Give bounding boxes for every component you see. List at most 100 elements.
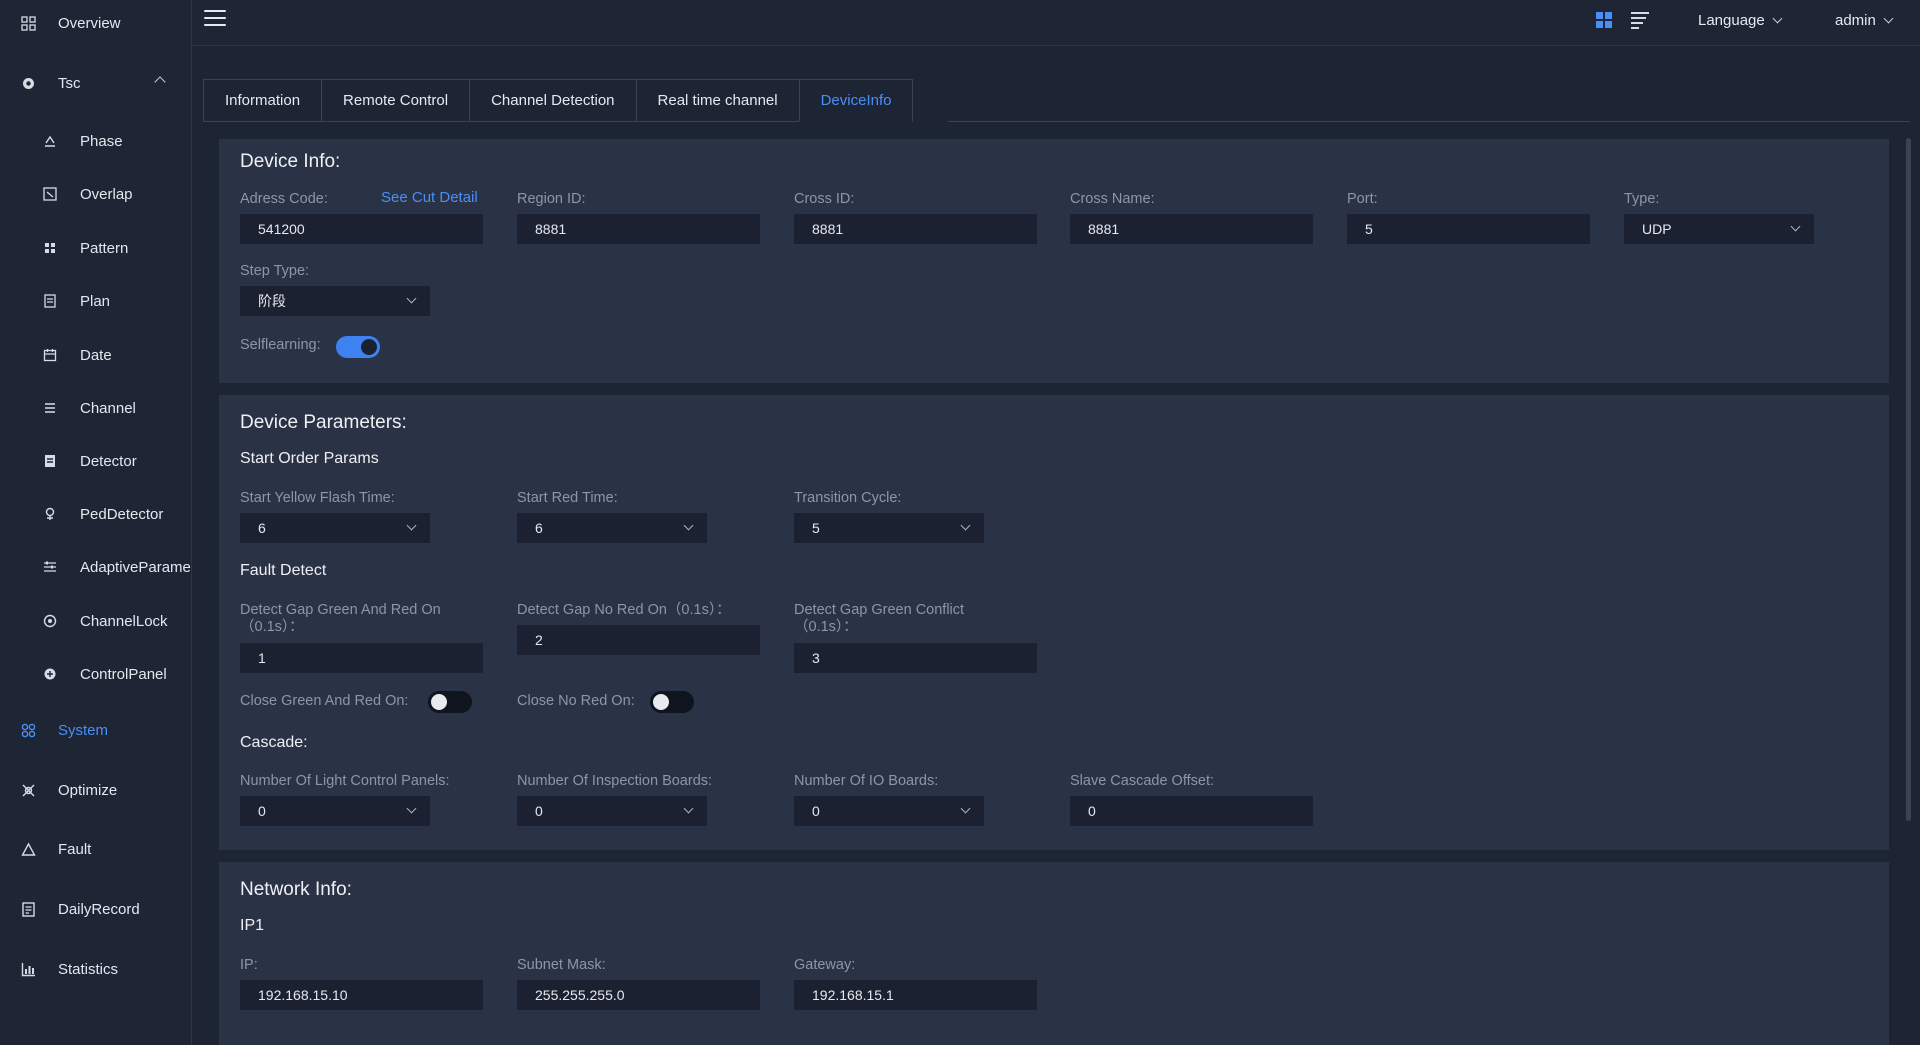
user-name: admin [1835, 12, 1876, 29]
sidebar-item-detector[interactable]: Detector [0, 439, 192, 483]
optimize-icon [20, 782, 36, 798]
sidebar-item-peddetector[interactable]: PedDetector [0, 492, 192, 536]
tab-divider [948, 121, 1910, 122]
pattern-icon [42, 240, 58, 256]
sidebar-item-label: ChannelLock [80, 612, 168, 630]
gap-conflict-label: Detect Gap Green Conflict [794, 602, 965, 618]
cross-id-input[interactable]: 8881 [794, 214, 1037, 244]
gateway-input[interactable]: 192.168.15.1 [794, 980, 1037, 1010]
tab-deviceinfo[interactable]: DeviceInfo [798, 79, 914, 122]
sidebar-item-plan[interactable]: Plan [0, 279, 192, 323]
user-dropdown[interactable]: admin [1835, 12, 1894, 29]
close-green-red-toggle[interactable] [428, 691, 472, 713]
selflearning-toggle[interactable] [336, 336, 380, 358]
sidebar-item-channel[interactable]: Channel [0, 386, 192, 430]
scrollbar[interactable] [1906, 138, 1911, 821]
port-input[interactable]: 5 [1347, 214, 1590, 244]
start-red-select[interactable]: 6 [517, 513, 707, 543]
cross-name-label: Cross Name: [1070, 191, 1155, 207]
sidebar-item-label: Statistics [58, 960, 119, 978]
overlap-icon [42, 186, 58, 202]
transition-select[interactable]: 5 [794, 513, 984, 543]
sidebar-item-system[interactable]: System [0, 708, 192, 752]
sidebar-item-pattern[interactable]: Pattern [0, 226, 192, 270]
type-label: Type: [1624, 191, 1660, 207]
gap-conflict-input[interactable]: 3 [794, 643, 1037, 673]
lock-icon [42, 613, 58, 629]
sidebar-item-tsc[interactable]: Tsc [0, 61, 192, 105]
type-value: UDP [1642, 221, 1672, 237]
ip-input[interactable]: 192.168.15.10 [240, 980, 483, 1010]
region-id-label: Region ID: [517, 191, 586, 207]
gap-green-red-input[interactable]: 1 [240, 643, 483, 673]
cascade-title: Cascade: [240, 734, 308, 751]
gear-icon [20, 75, 36, 91]
sidebar-item-overview[interactable]: Overview [0, 1, 192, 45]
detector-icon [42, 453, 58, 469]
inspection-boards-select[interactable]: 0 [517, 796, 707, 826]
ip1-title: IP1 [240, 917, 265, 934]
sidebar-item-optimize[interactable]: Optimize [0, 768, 192, 812]
sidebar-item-fault[interactable]: Fault [0, 827, 192, 871]
gap-no-red-input[interactable]: 2 [517, 625, 760, 655]
light-panels-value: 0 [258, 803, 266, 819]
sidebar-item-phase[interactable]: Phase [0, 119, 192, 163]
tab-remote-control[interactable]: Remote Control [321, 79, 470, 122]
type-select[interactable]: UDP [1624, 214, 1814, 244]
chevron-down-icon [406, 293, 417, 304]
plan-icon [42, 293, 58, 309]
gap-green-red-label: Detect Gap Green And Red On [240, 602, 441, 618]
sidebar-item-overlap[interactable]: Overlap [0, 172, 192, 216]
chevron-down-icon [683, 803, 694, 814]
step-type-select[interactable]: 阶段 [240, 286, 430, 316]
cross-name-input[interactable]: 8881 [1070, 214, 1313, 244]
sidebar-item-label: Pattern [80, 239, 129, 257]
tab-real-time-channel[interactable]: Real time channel [635, 79, 799, 122]
sidebar-item-channellock[interactable]: ChannelLock [0, 599, 192, 643]
subnet-mask-input[interactable]: 255.255.255.0 [517, 980, 760, 1010]
sidebar-item-statistics[interactable]: Statistics [0, 947, 192, 991]
chevron-down-icon [960, 520, 971, 531]
fault-detect-title: Fault Detect [240, 562, 327, 579]
device-parameters-card: Device Parameters: Start Order Params St… [219, 395, 1889, 850]
record-icon [20, 901, 36, 917]
menu-icon[interactable] [204, 10, 226, 30]
section-title: Network Info: [240, 879, 352, 900]
sidebar-item-label: Optimize [58, 781, 118, 799]
channel-icon [42, 400, 58, 416]
chevron-down-icon [406, 520, 417, 531]
language-dropdown[interactable]: Language [1698, 12, 1783, 29]
close-no-red-label: Close No Red On: [517, 693, 635, 709]
io-boards-select[interactable]: 0 [794, 796, 984, 826]
list-view-icon[interactable] [1631, 12, 1649, 29]
sidebar-item-label: Channel [80, 399, 136, 417]
yellow-flash-value: 6 [258, 520, 266, 536]
yellow-flash-select[interactable]: 6 [240, 513, 430, 543]
sidebar-item-date[interactable]: Date [0, 333, 192, 377]
pedestrian-icon [42, 506, 58, 522]
sidebar-item-dailyrecord[interactable]: DailyRecord [0, 887, 192, 931]
close-no-red-toggle[interactable] [650, 691, 694, 713]
see-cut-detail-link[interactable]: See Cut Detail [381, 189, 478, 206]
region-id-input[interactable]: 8881 [517, 214, 760, 244]
chevron-down-icon [406, 803, 417, 814]
inspection-boards-label: Number Of Inspection Boards: [517, 773, 713, 789]
sidebar-item-adaptiveparame[interactable]: AdaptiveParame [0, 545, 192, 589]
warning-icon [20, 841, 36, 857]
tab-information[interactable]: Information [203, 79, 322, 122]
sidebar-item-label: Overlap [80, 185, 133, 203]
slave-offset-input[interactable]: 0 [1070, 796, 1313, 826]
address-code-input[interactable]: 541200 [240, 214, 483, 244]
gap-conflict-unit: （0.1s）： [794, 619, 858, 635]
address-code-label: Adress Code: [240, 191, 328, 207]
network-info-card: Network Info: IP1 IP: 192.168.15.10 Subn… [219, 862, 1889, 1045]
start-red-value: 6 [535, 520, 543, 536]
chevron-up-icon [154, 76, 166, 88]
sidebar-item-controlpanel[interactable]: ControlPanel [0, 652, 192, 696]
light-panels-select[interactable]: 0 [240, 796, 430, 826]
grid-icon [20, 15, 36, 31]
chevron-down-icon [960, 803, 971, 814]
tab-channel-detection[interactable]: Channel Detection [469, 79, 636, 122]
grid-view-icon[interactable] [1596, 12, 1612, 28]
gateway-label: Gateway: [794, 957, 856, 973]
